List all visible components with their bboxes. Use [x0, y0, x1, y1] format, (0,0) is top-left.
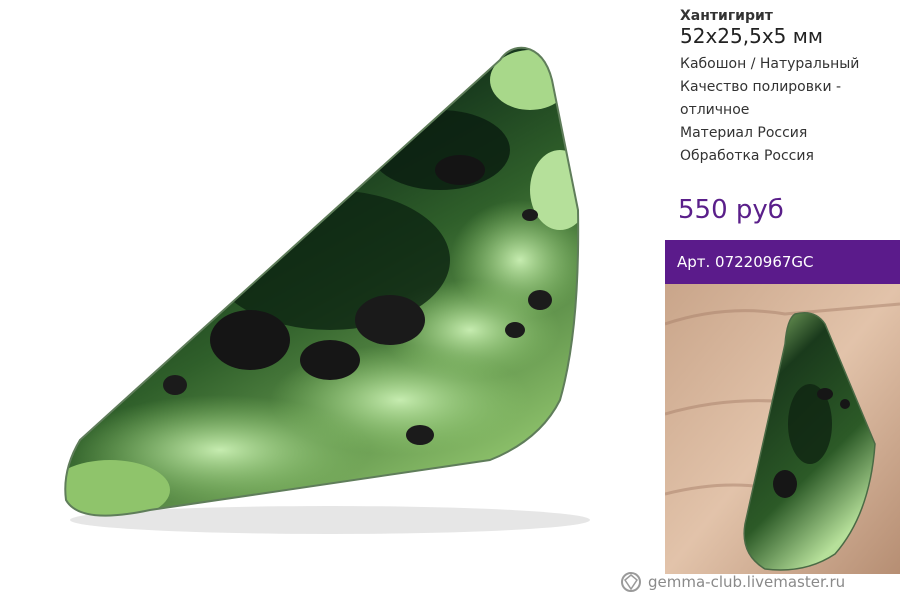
sku-bar: Арт. 07220967GC — [665, 240, 900, 284]
hand-held-photo — [665, 284, 900, 574]
product-detail-line: Качество полировки - — [680, 79, 842, 95]
product-sku: Арт. 07220967GC — [677, 253, 814, 271]
watermark: gemma-club.livemaster.ru — [620, 570, 845, 594]
product-info: Хантигирит 52х25,5х5 мм Кабошон / Натура… — [680, 8, 895, 168]
product-detail-line: Обработка Россия — [680, 148, 814, 164]
product-name: Хантигирит — [680, 8, 773, 24]
main-product-photo — [0, 0, 665, 600]
product-detail-line: Кабошон / Натуральный — [680, 56, 860, 72]
product-detail-line: отличное — [680, 102, 750, 118]
product-price: 550 руб — [678, 195, 784, 225]
gem-logo-icon — [621, 572, 641, 592]
product-detail-line: Материал Россия — [680, 125, 808, 141]
product-size: 52х25,5х5 мм — [680, 24, 823, 48]
watermark-text: gemma-club.livemaster.ru — [648, 573, 846, 591]
